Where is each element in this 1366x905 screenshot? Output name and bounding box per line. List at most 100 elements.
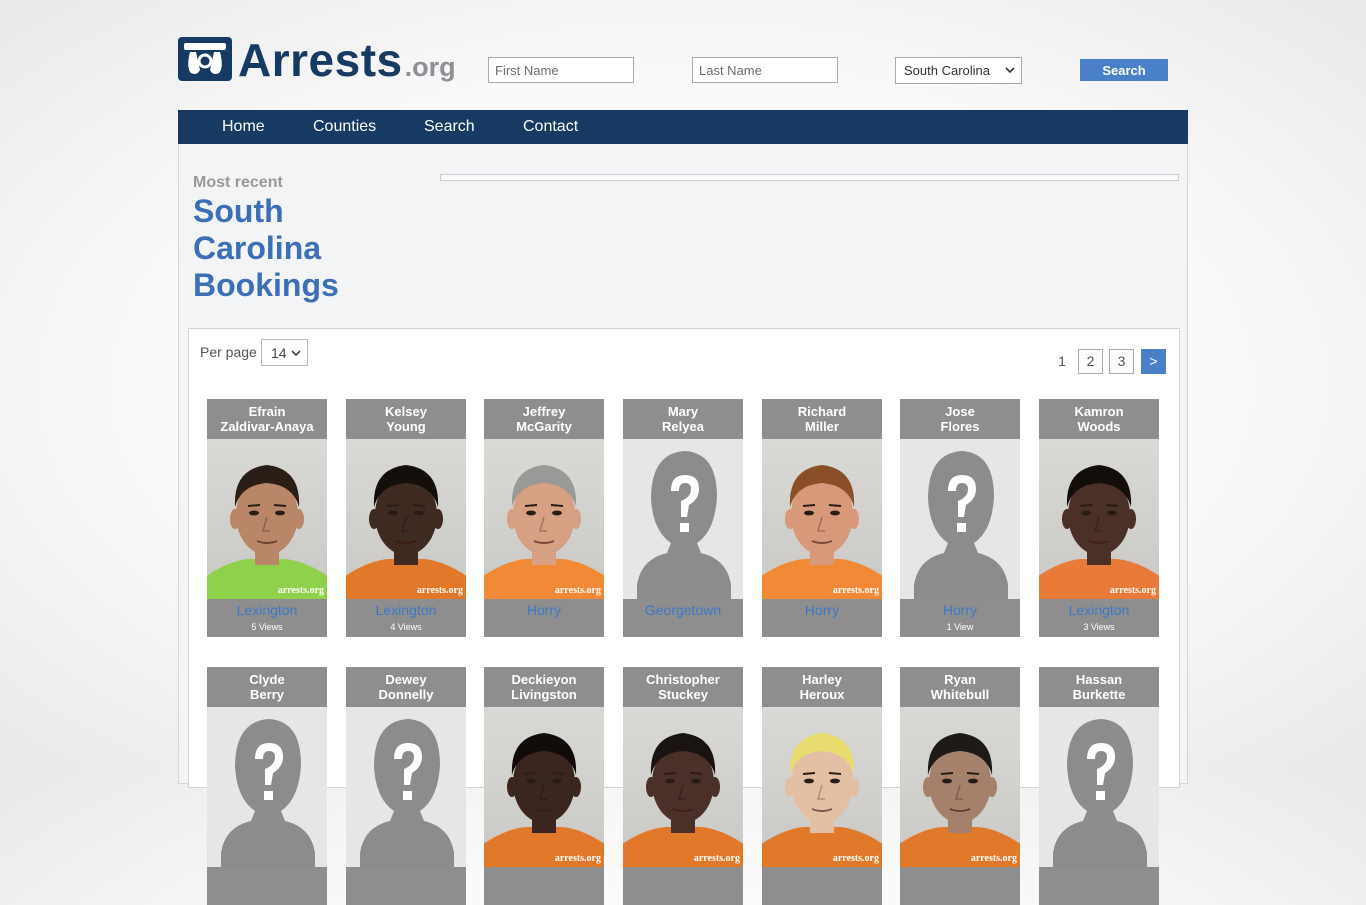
- booking-name[interactable]: Kamron Woods: [1039, 399, 1159, 439]
- title-line: Carolina: [193, 230, 322, 266]
- first-name: Harley: [802, 672, 842, 687]
- county-link[interactable]: Lexington: [207, 602, 327, 618]
- booking-name[interactable]: Jose Flores: [900, 399, 1020, 439]
- booking-card[interactable]: Richard Miller arrests.org Horry: [762, 399, 882, 637]
- last-name: Burkette: [1072, 687, 1126, 702]
- booking-name[interactable]: Clyde Berry: [207, 667, 327, 707]
- first-name: Hassan: [1075, 672, 1123, 687]
- mugshot-photo[interactable]: arrests.org: [207, 439, 327, 599]
- booking-name[interactable]: Mary Relyea: [623, 399, 743, 439]
- booking-card[interactable]: Mary Relyea Georgetown: [623, 399, 743, 637]
- no-photo-silhouette-icon[interactable]: [207, 707, 327, 867]
- booking-card[interactable]: Deckieyon Livingston arrests.org: [484, 667, 604, 905]
- county-link[interactable]: Lexington: [1039, 602, 1159, 618]
- booking-card[interactable]: Kelsey Young arrests.org Lexington 4 Views: [346, 399, 466, 637]
- watermark-text: arrests.org: [417, 585, 463, 596]
- mugshot-photo[interactable]: arrests.org: [900, 707, 1020, 867]
- no-photo-silhouette-icon[interactable]: [346, 707, 466, 867]
- per-page-label: Per page: [200, 344, 257, 360]
- booking-name[interactable]: Richard Miller: [762, 399, 882, 439]
- nav-search[interactable]: Search: [424, 110, 475, 144]
- page-3-link[interactable]: 3: [1109, 349, 1134, 374]
- mugshot-photo[interactable]: arrests.org: [1039, 439, 1159, 599]
- main-panel: Most recent South Carolina Bookings Per …: [178, 144, 1188, 905]
- booking-card[interactable]: Clyde Berry: [207, 667, 327, 905]
- no-photo-silhouette-icon[interactable]: [623, 439, 743, 599]
- watermark-text: arrests.org: [833, 585, 879, 596]
- county-link[interactable]: Horry: [762, 602, 882, 618]
- last-name: Donnelly: [378, 687, 434, 702]
- booking-card[interactable]: Kamron Woods arrests.org Lexington 3 Views: [1039, 399, 1159, 637]
- booking-name[interactable]: Dewey Donnelly: [346, 667, 466, 707]
- mugshot-photo[interactable]: arrests.org: [762, 439, 882, 599]
- per-page-value: 14: [271, 344, 287, 361]
- ad-banner: [440, 174, 1179, 181]
- county-link[interactable]: Lexington: [346, 602, 466, 618]
- watermark-text: arrests.org: [694, 853, 740, 864]
- county-link[interactable]: Horry: [484, 602, 604, 618]
- first-name: Dewey: [385, 672, 427, 687]
- last-name: Flores: [940, 419, 980, 434]
- booking-card[interactable]: Ryan Whitebull arrests.org: [900, 667, 1020, 905]
- nav-counties[interactable]: Counties: [313, 110, 376, 144]
- state-select-value: South Carolina: [904, 63, 990, 78]
- most-recent-label: Most recent: [193, 174, 283, 191]
- mugshot-photo[interactable]: arrests.org: [762, 707, 882, 867]
- booking-card[interactable]: Hassan Burkette: [1039, 667, 1159, 905]
- booking-card[interactable]: Christopher Stuckey arrests.org: [623, 667, 743, 905]
- booking-name[interactable]: Efrain Zaldivar-Anaya: [207, 399, 327, 439]
- title-line: Bookings: [193, 267, 339, 303]
- last-name-input[interactable]: [692, 57, 838, 83]
- first-name: Kamron: [1074, 404, 1124, 419]
- next-page-button[interactable]: >: [1141, 349, 1166, 374]
- view-count: 4 Views: [390, 622, 422, 632]
- mugshot-photo[interactable]: arrests.org: [623, 707, 743, 867]
- booking-card[interactable]: Jeffrey McGarity arrests.org Horry: [484, 399, 604, 637]
- booking-name[interactable]: Hassan Burkette: [1039, 667, 1159, 707]
- watermark-text: arrests.org: [833, 853, 879, 864]
- watermark-text: arrests.org: [555, 853, 601, 864]
- booking-name[interactable]: Ryan Whitebull: [900, 667, 1020, 707]
- booking-card[interactable]: Harley Heroux arrests.org: [762, 667, 882, 905]
- view-count: 5 Views: [251, 622, 283, 632]
- last-name: Zaldivar-Anaya: [220, 419, 314, 434]
- search-button[interactable]: Search: [1080, 59, 1168, 81]
- mugshot-photo[interactable]: arrests.org: [484, 439, 604, 599]
- mugshot-photo[interactable]: arrests.org: [484, 707, 604, 867]
- booking-name[interactable]: Deckieyon Livingston: [484, 667, 604, 707]
- first-name: Clyde: [249, 672, 285, 687]
- no-photo-silhouette-icon[interactable]: [900, 439, 1020, 599]
- nav-contact[interactable]: Contact: [523, 110, 578, 144]
- booking-name[interactable]: Christopher Stuckey: [623, 667, 743, 707]
- chevron-down-icon: [1005, 63, 1015, 80]
- last-name: Woods: [1077, 419, 1121, 434]
- county-link[interactable]: Horry: [900, 602, 1020, 618]
- first-name: Christopher: [646, 672, 720, 687]
- last-name: Livingston: [511, 687, 577, 702]
- first-name-input[interactable]: [488, 57, 634, 83]
- page-2-link[interactable]: 2: [1078, 349, 1103, 374]
- county-link[interactable]: Georgetown: [623, 602, 743, 618]
- booking-name[interactable]: Kelsey Young: [346, 399, 466, 439]
- booking-card[interactable]: Jose Flores Horry 1 View: [900, 399, 1020, 637]
- per-page-select[interactable]: 14: [261, 339, 308, 366]
- site-logo[interactable]: Arrests .org: [178, 34, 456, 83]
- state-select[interactable]: South Carolina: [895, 57, 1022, 84]
- booking-name[interactable]: Jeffrey McGarity: [484, 399, 604, 439]
- last-name: Young: [386, 419, 426, 434]
- first-name: Mary: [667, 404, 699, 419]
- first-name: Jeffrey: [522, 404, 566, 419]
- main-nav: Home Counties Search Contact: [178, 110, 1188, 144]
- bookings-grid: Per page 14 1 2 3 > Efrain Zaldivar-Anaya: [188, 328, 1180, 905]
- last-name: Miller: [805, 419, 839, 434]
- booking-name[interactable]: Harley Heroux: [762, 667, 882, 707]
- booking-card[interactable]: Dewey Donnelly: [346, 667, 466, 905]
- mugshot-photo[interactable]: arrests.org: [346, 439, 466, 599]
- nav-home[interactable]: Home: [222, 110, 265, 144]
- watermark-text: arrests.org: [555, 585, 601, 596]
- last-name: Whitebull: [930, 687, 990, 702]
- first-name: Richard: [797, 404, 847, 419]
- last-name: Stuckey: [658, 687, 708, 702]
- no-photo-silhouette-icon[interactable]: [1039, 707, 1159, 867]
- booking-card[interactable]: Efrain Zaldivar-Anaya arrests.org Lexingt…: [207, 399, 327, 637]
